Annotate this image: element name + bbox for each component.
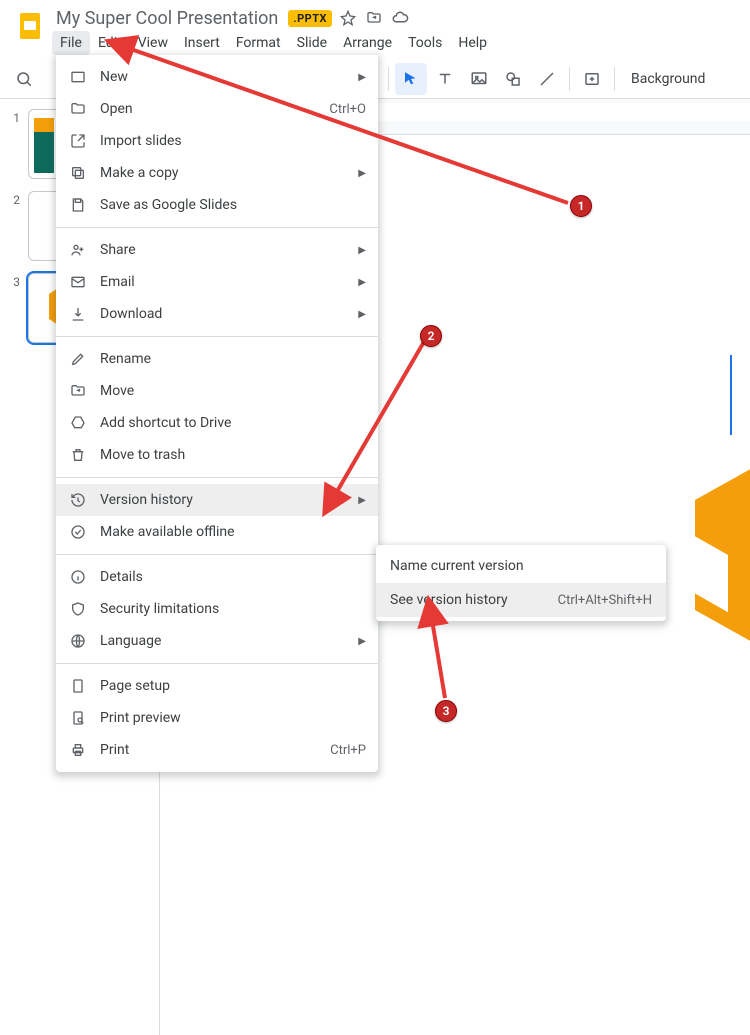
page-setup-icon <box>68 676 88 696</box>
menu-item-security-limitations[interactable]: Security limitations <box>56 593 378 625</box>
background-button[interactable]: Background <box>621 63 715 95</box>
email-icon <box>68 272 88 292</box>
print-preview-icon <box>68 708 88 728</box>
menu-item-import-slides[interactable]: Import slides <box>56 125 378 157</box>
document-title[interactable]: My Super Cool Presentation <box>52 7 282 30</box>
menu-item-new[interactable]: New▶ <box>56 61 378 93</box>
new-slide-icon[interactable] <box>576 63 608 95</box>
slides-app-icon[interactable] <box>10 6 50 46</box>
menu-slide[interactable]: Slide <box>289 31 335 55</box>
textbox-tool-icon[interactable] <box>429 63 461 95</box>
toolbar-separator <box>614 67 615 91</box>
menu-separator <box>56 336 378 337</box>
offline-icon <box>68 522 88 542</box>
drive-shortcut-icon <box>68 413 88 433</box>
menu-item-print[interactable]: PrintCtrl+P <box>56 734 378 766</box>
menu-item-add-shortcut[interactable]: Add shortcut to Drive <box>56 407 378 439</box>
image-tool-icon[interactable] <box>463 63 495 95</box>
slide-number: 1 <box>6 109 20 179</box>
menu-item-email[interactable]: Email▶ <box>56 266 378 298</box>
import-icon <box>68 131 88 151</box>
menu-edit[interactable]: Edit <box>90 31 130 55</box>
star-icon[interactable] <box>338 8 358 28</box>
menu-item-make-copy[interactable]: Make a copy▶ <box>56 157 378 189</box>
menu-separator <box>56 477 378 478</box>
chevron-right-icon: ▶ <box>358 277 366 288</box>
menu-separator <box>56 554 378 555</box>
menu-help[interactable]: Help <box>450 31 495 55</box>
chevron-right-icon: ▶ <box>358 245 366 256</box>
menu-item-language[interactable]: Language▶ <box>56 625 378 657</box>
slide-number: 2 <box>6 191 20 261</box>
chevron-right-icon: ▶ <box>358 495 366 506</box>
version-history-submenu: Name current version See version history… <box>376 545 666 621</box>
menu-item-save-as-google-slides[interactable]: Save as Google Slides <box>56 189 378 221</box>
menu-item-print-preview[interactable]: Print preview <box>56 702 378 734</box>
menu-item-move-to-trash[interactable]: Move to trash <box>56 439 378 471</box>
submenu-name-current-version[interactable]: Name current version <box>376 549 666 583</box>
shield-icon <box>68 599 88 619</box>
globe-icon <box>68 631 88 651</box>
chevron-right-icon: ▶ <box>358 168 366 179</box>
rename-icon <box>68 349 88 369</box>
submenu-see-version-history[interactable]: See version history Ctrl+Alt+Shift+H <box>376 583 666 617</box>
chevron-right-icon: ▶ <box>358 72 366 83</box>
toolbar-separator <box>569 67 570 91</box>
download-icon <box>68 304 88 324</box>
menu-arrange[interactable]: Arrange <box>335 31 400 55</box>
menu-item-download[interactable]: Download▶ <box>56 298 378 330</box>
trash-icon <box>68 445 88 465</box>
history-icon <box>68 490 88 510</box>
menu-item-rename[interactable]: Rename <box>56 343 378 375</box>
menu-file[interactable]: File <box>52 31 90 55</box>
share-icon <box>68 240 88 260</box>
chevron-right-icon: ▶ <box>358 309 366 320</box>
menu-format[interactable]: Format <box>228 31 289 55</box>
slide-number: 3 <box>6 273 20 343</box>
menu-separator <box>56 227 378 228</box>
menu-tools[interactable]: Tools <box>400 31 450 55</box>
search-menus-icon[interactable] <box>8 63 40 95</box>
chevron-right-icon: ▶ <box>358 636 366 647</box>
folder-icon <box>68 99 88 119</box>
line-tool-icon[interactable] <box>531 63 563 95</box>
menu-item-details[interactable]: Details <box>56 561 378 593</box>
file-menu-dropdown: New▶ OpenCtrl+O Import slides Make a cop… <box>56 55 378 772</box>
copy-icon <box>68 163 88 183</box>
menu-item-open[interactable]: OpenCtrl+O <box>56 93 378 125</box>
menu-item-page-setup[interactable]: Page setup <box>56 670 378 702</box>
menu-item-move[interactable]: Move <box>56 375 378 407</box>
menu-item-share[interactable]: Share▶ <box>56 234 378 266</box>
menu-separator <box>56 663 378 664</box>
pptx-badge: .PPTX <box>288 10 332 27</box>
menu-item-version-history[interactable]: Version history▶ <box>56 484 378 516</box>
menu-bar: File Edit View Insert Format Slide Arran… <box>52 31 495 55</box>
menu-insert[interactable]: Insert <box>176 31 228 55</box>
print-icon <box>68 740 88 760</box>
move-icon <box>68 381 88 401</box>
info-icon <box>68 567 88 587</box>
save-icon <box>68 195 88 215</box>
move-folder-icon[interactable] <box>364 8 384 28</box>
text-cursor <box>730 355 732 435</box>
cloud-status-icon[interactable] <box>390 8 410 28</box>
menu-item-offline[interactable]: Make available offline <box>56 516 378 548</box>
toolbar-separator <box>388 67 389 91</box>
new-slide-icon <box>68 67 88 87</box>
header: My Super Cool Presentation .PPTX File Ed… <box>0 0 750 55</box>
shape-tool-icon[interactable] <box>497 63 529 95</box>
select-tool-icon[interactable] <box>395 63 427 95</box>
menu-view[interactable]: View <box>130 31 176 55</box>
